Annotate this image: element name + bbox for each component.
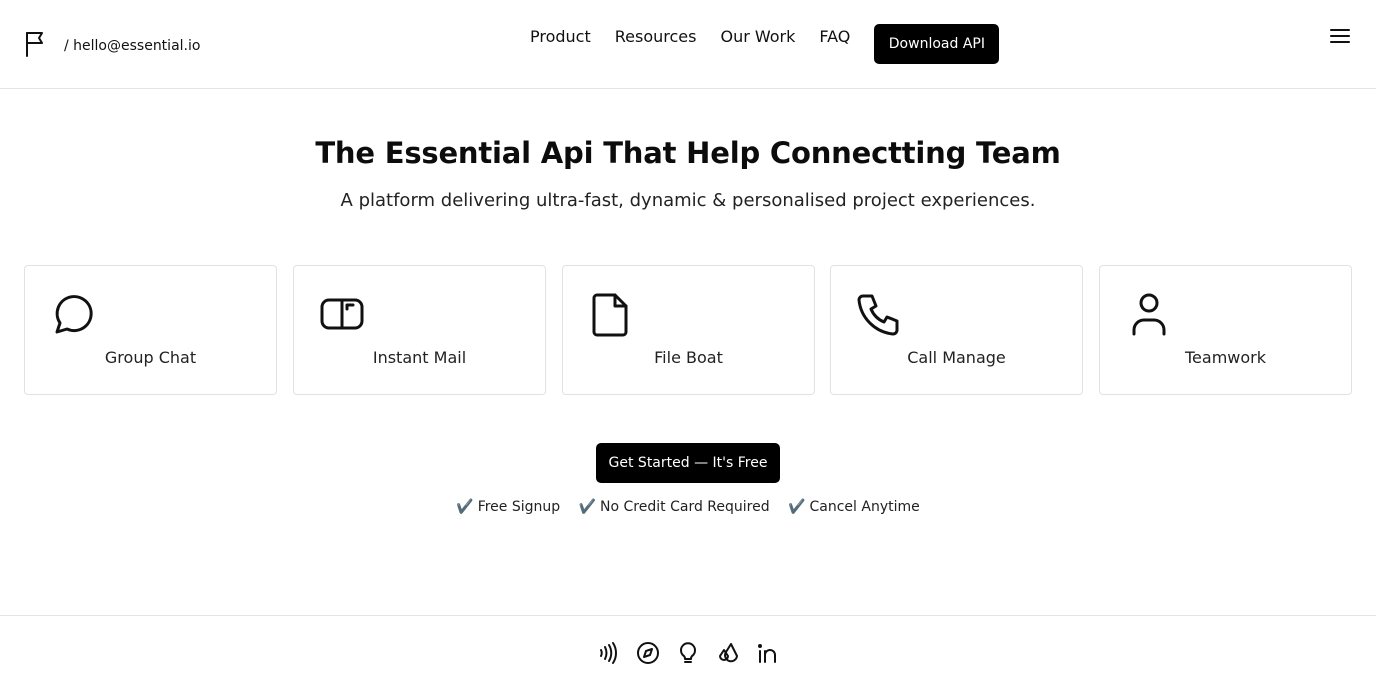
download-api-button[interactable]: Download API	[874, 24, 1000, 64]
perks-list: ✔️ Free Signup ✔️ No Credit Card Required …	[0, 499, 1376, 515]
feature-label: File Boat	[654, 348, 723, 367]
contact-email[interactable]: / hello@essential.io	[64, 38, 200, 54]
nfc-icon[interactable]	[596, 640, 620, 666]
linkedin-icon[interactable]	[756, 640, 780, 666]
user-icon	[1126, 292, 1172, 338]
nav-our-work[interactable]: Our Work	[720, 27, 795, 46]
nav-resources[interactable]: Resources	[615, 27, 697, 46]
hamburger-menu-icon[interactable]	[1328, 26, 1352, 46]
flag-icon[interactable]	[24, 30, 48, 62]
feature-card-teamwork[interactable]: Teamwork	[1099, 265, 1352, 395]
feature-card-instant-mail[interactable]: Instant Mail	[293, 265, 546, 395]
hero-title: The Essential Api That Help Connectting …	[315, 136, 1061, 170]
check-icon: ✔️	[578, 499, 597, 515]
file-icon	[589, 292, 635, 338]
check-icon: ✔️	[788, 499, 806, 515]
site-footer	[0, 615, 1376, 688]
perk-item: ✔️ Cancel Anytime	[788, 499, 920, 515]
main-nav: Product Resources Our Work FAQ Download …	[530, 24, 1000, 64]
droplets-icon[interactable]	[716, 640, 740, 666]
lightbulb-icon[interactable]	[676, 640, 700, 666]
perk-item: ✔️ Free Signup	[456, 499, 561, 515]
social-links	[596, 640, 796, 666]
site-header: / hello@essential.io Product Resources O…	[0, 0, 1376, 89]
nav-faq[interactable]: FAQ	[819, 27, 850, 46]
chat-bubble-icon	[51, 292, 97, 338]
check-icon: ✔️	[456, 499, 474, 515]
feature-cards: Group Chat Instant Mail File Boat Call M…	[24, 265, 1352, 395]
feature-label: Instant Mail	[372, 348, 467, 367]
get-started-button[interactable]: Get Started — It's Free	[596, 443, 780, 483]
feature-label: Group Chat	[104, 348, 197, 367]
feature-label: Teamwork	[1184, 348, 1266, 367]
feature-card-group-chat[interactable]: Group Chat	[24, 265, 277, 395]
mailbox-icon	[320, 292, 366, 338]
perk-item: ✔️ No Credit Card Required	[578, 499, 770, 515]
feature-card-file-boat[interactable]: File Boat	[562, 265, 815, 395]
feature-label: Call Manage	[907, 348, 1006, 367]
nav-product[interactable]: Product	[530, 27, 591, 46]
compass-icon[interactable]	[636, 640, 660, 666]
hero-subtitle: A platform delivering ultra-fast, dynami…	[340, 190, 1036, 211]
phone-icon	[857, 292, 903, 338]
feature-card-call-manage[interactable]: Call Manage	[830, 265, 1083, 395]
brand: / hello@essential.io	[24, 30, 200, 62]
